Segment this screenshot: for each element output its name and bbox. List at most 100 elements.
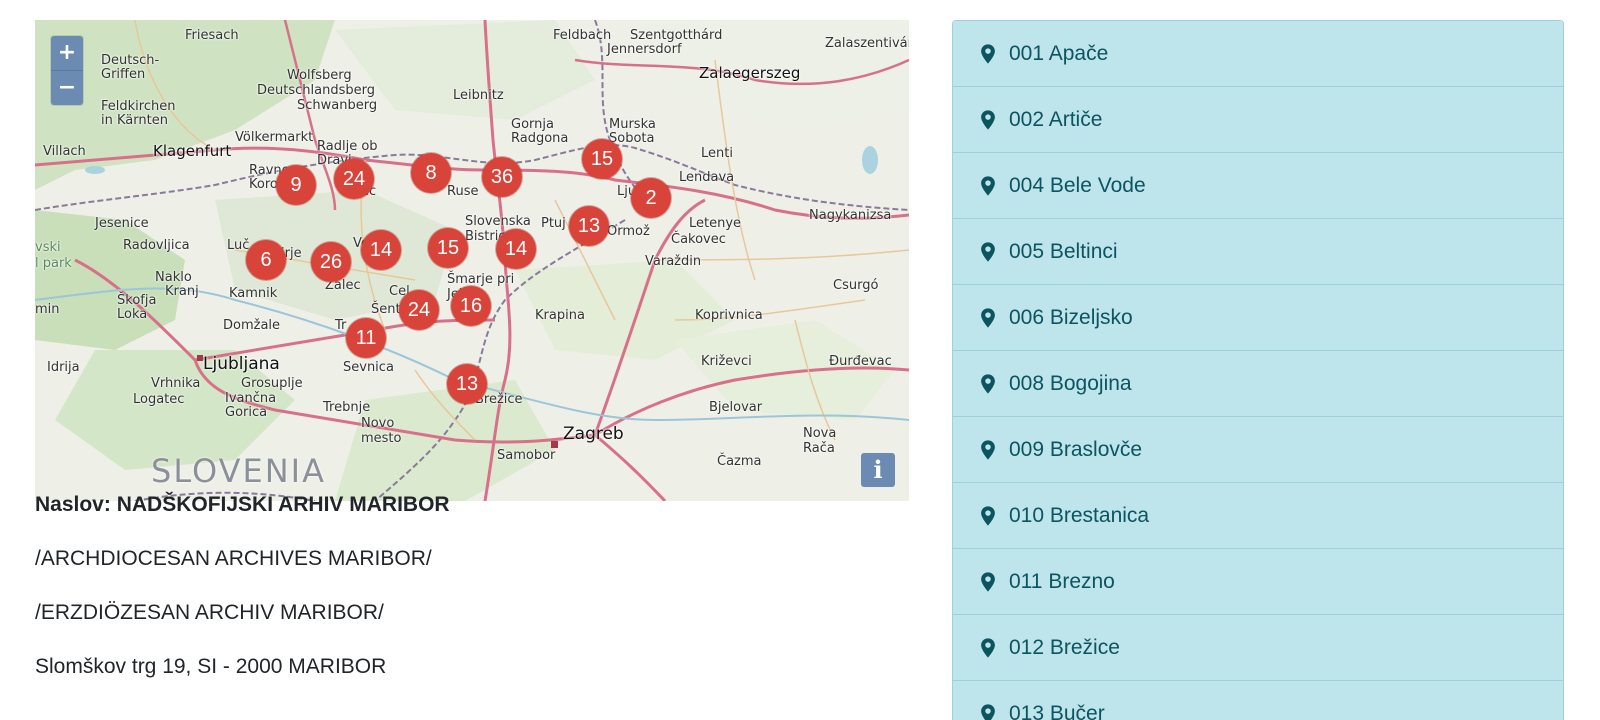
- cluster-marker[interactable]: 8: [411, 153, 451, 193]
- map[interactable]: Friesach Deutsch- Griffen Wolfsberg Deut…: [35, 20, 909, 501]
- list-item[interactable]: 012 Brežice: [953, 615, 1563, 681]
- map-label: Wolfsberg: [287, 68, 352, 83]
- cluster-marker[interactable]: 11: [346, 318, 386, 358]
- address-block: Naslov: NADŠKOFIJSKI ARHIV MARIBOR /ARCH…: [35, 493, 905, 709]
- map-marker-icon: [977, 439, 999, 461]
- list-item-label: 010 Brestanica: [1009, 504, 1149, 528]
- cluster-marker[interactable]: 36: [482, 157, 522, 197]
- map-marker-icon: [977, 571, 999, 593]
- map-label: Ormož: [607, 224, 650, 239]
- map-label: Samobor: [497, 448, 555, 463]
- list-item[interactable]: 008 Bogojina: [953, 351, 1563, 417]
- map-label: Friesach: [185, 28, 239, 43]
- info-button[interactable]: i: [861, 453, 895, 487]
- map-label: Csurgó: [833, 278, 878, 293]
- list-item-label: 006 Bizeljsko: [1009, 306, 1133, 330]
- map-marker-icon: [977, 175, 999, 197]
- map-label: Völkermarkt: [235, 130, 313, 145]
- map-label: Jennersdorf: [607, 42, 682, 57]
- map-label: Deutschlandsberg: [257, 83, 375, 98]
- map-label: Deutsch- Griffen: [101, 54, 159, 82]
- map-label: Leibnitz: [453, 88, 504, 103]
- cluster-marker[interactable]: 14: [496, 229, 536, 269]
- map-label: Nagykanizsa: [809, 208, 891, 223]
- cluster-marker[interactable]: 15: [582, 139, 622, 179]
- cluster-marker[interactable]: 13: [569, 206, 609, 246]
- cluster-marker[interactable]: 9: [276, 165, 316, 205]
- zoom-in-button[interactable]: +: [51, 36, 83, 70]
- list-item-label: 008 Bogojina: [1009, 372, 1132, 396]
- map-marker-icon: [977, 241, 999, 263]
- list-item[interactable]: 010 Brestanica: [953, 483, 1563, 549]
- map-label: Krapina: [535, 308, 585, 323]
- cluster-marker[interactable]: 14: [361, 230, 401, 270]
- map-label: Idrija: [47, 360, 80, 375]
- address-line-german: /ERZDIÖZESAN ARCHIV MARIBOR/: [35, 601, 905, 655]
- map-label: Lenti: [701, 146, 733, 161]
- map-label: Tr: [335, 318, 346, 333]
- map-label: Kranj: [165, 284, 199, 299]
- cluster-marker[interactable]: 24: [334, 159, 374, 199]
- list-item[interactable]: 005 Beltinci: [953, 219, 1563, 285]
- map-marker-icon: [977, 43, 999, 65]
- map-label: Škofja Loka: [117, 294, 156, 322]
- country-label: SLOVENIA: [151, 452, 326, 490]
- map-label: Ljubljana: [203, 354, 280, 374]
- map-label: Kamnik: [229, 286, 277, 301]
- map-label: Murska Sobota: [609, 118, 656, 146]
- map-label: Villach: [43, 144, 86, 159]
- map-label: Schwanberg: [297, 98, 377, 113]
- cluster-marker[interactable]: 2: [631, 178, 671, 218]
- zoom-out-button[interactable]: −: [51, 70, 83, 105]
- list-item-label: 002 Artiče: [1009, 108, 1102, 132]
- list-item-label: 013 Bučer: [1009, 702, 1105, 720]
- map-label: Zalaszentiván: [825, 36, 909, 51]
- map-label: Grosuplje: [241, 376, 303, 391]
- cluster-marker[interactable]: 24: [399, 290, 439, 330]
- map-label: Šent: [371, 302, 401, 317]
- cluster-marker[interactable]: 6: [246, 240, 286, 280]
- list-item-label: 004 Bele Vode: [1009, 174, 1146, 198]
- list-item[interactable]: 006 Bizeljsko: [953, 285, 1563, 351]
- map-label: Koprivnica: [695, 308, 763, 323]
- map-label: Letenye: [689, 216, 741, 231]
- map-label: Zagreb: [563, 424, 624, 444]
- map-label: Radovljica: [123, 238, 190, 253]
- map-label: Ruse: [447, 184, 478, 199]
- map-label: Jesenice: [95, 216, 149, 231]
- map-marker-icon: [977, 637, 999, 659]
- map-label: Ivančna Gorica: [225, 392, 276, 420]
- cluster-marker[interactable]: 13: [447, 364, 487, 404]
- list-item[interactable]: 013 Bučer: [953, 681, 1563, 720]
- map-label: min: [35, 302, 60, 317]
- map-label: Varaždin: [645, 254, 701, 269]
- cluster-marker[interactable]: 15: [428, 228, 468, 268]
- map-label: Zalaegerszeg: [699, 64, 800, 82]
- list-item[interactable]: 011 Brezno: [953, 549, 1563, 615]
- address-title: Naslov: NADŠKOFIJSKI ARHIV MARIBOR: [35, 493, 905, 547]
- map-label: Feldkirchen in Kärnten: [101, 100, 175, 128]
- map-label: Naklo: [155, 270, 192, 285]
- list-item[interactable]: 002 Artiče: [953, 87, 1563, 153]
- address-line-english: /ARCHDIOCESAN ARCHIVES MARIBOR/: [35, 547, 905, 601]
- list-item-label: 011 Brezno: [1009, 570, 1115, 594]
- map-label: Feldbach: [553, 28, 611, 43]
- map-label: Domžale: [223, 318, 280, 333]
- cluster-marker[interactable]: 26: [311, 242, 351, 282]
- map-label: Čakovec: [671, 232, 726, 247]
- list-item-label: 012 Brežice: [1009, 636, 1120, 660]
- list-item[interactable]: 001 Apače: [953, 21, 1563, 87]
- cluster-marker[interactable]: 16: [451, 286, 491, 326]
- list-item[interactable]: 009 Braslovče: [953, 417, 1563, 483]
- list-item[interactable]: 004 Bele Vode: [953, 153, 1563, 219]
- map-label: Gornja Radgona: [511, 118, 568, 146]
- map-label: Novo mesto: [361, 416, 402, 446]
- map-label: Bjelovar: [709, 400, 762, 415]
- map-label: Luč: [227, 238, 249, 253]
- map-label: Križevci: [701, 354, 752, 369]
- map-label: Klagenfurt: [153, 142, 231, 160]
- list-item-label: 005 Beltinci: [1009, 240, 1118, 264]
- map-marker-icon: [977, 307, 999, 329]
- zoom-control: + −: [51, 36, 83, 105]
- list-item-label: 001 Apače: [1009, 42, 1108, 66]
